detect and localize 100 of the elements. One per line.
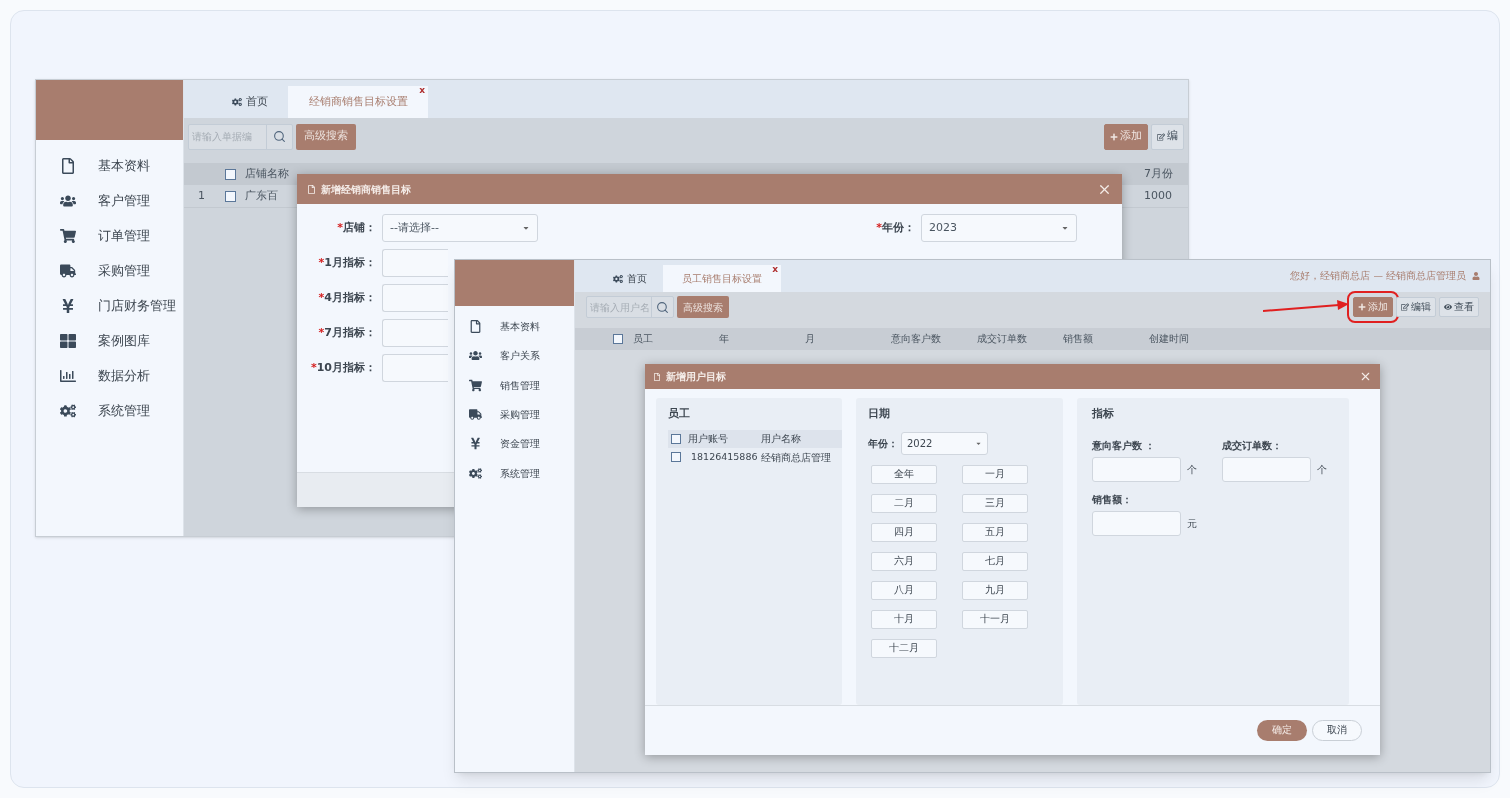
input-field[interactable] — [382, 249, 448, 277]
column-header: 意向客户数 — [891, 332, 941, 344]
column-header: 创建时间 — [1149, 332, 1189, 344]
cart-icon — [469, 378, 482, 392]
month-button[interactable]: 十一月 — [962, 609, 1028, 629]
plus-icon — [1110, 132, 1118, 141]
sidebar-item[interactable]: 基本资料 — [98, 155, 150, 176]
file-icon — [307, 184, 316, 194]
field-label: *7月指标： — [317, 324, 377, 341]
input-field[interactable] — [1092, 456, 1181, 482]
truck-icon — [469, 408, 482, 422]
sidebar-item[interactable]: 系统管理 — [98, 400, 150, 421]
month-button[interactable]: 八月 — [871, 580, 937, 600]
caret-icon — [1061, 224, 1069, 232]
sidebar-item[interactable]: 采购管理 — [98, 260, 150, 281]
column-header: 成交订单数 — [977, 332, 1027, 344]
tab[interactable]: 经销商销售目标设置 x — [288, 86, 428, 118]
close-icon[interactable] — [1359, 370, 1372, 383]
row-number: 1 — [197, 187, 206, 204]
field-label: 意向客户数 ： — [1092, 438, 1156, 453]
field-label: 销售额： — [1092, 492, 1132, 507]
edit-button[interactable]: 编辑 — [1396, 297, 1436, 317]
field-label: 年份： — [868, 436, 898, 451]
table-cell-text: 1000 — [1143, 187, 1173, 204]
column-header: 店铺名称 — [245, 165, 289, 182]
gears-icon — [613, 273, 623, 284]
month-button[interactable]: 一月 — [962, 464, 1028, 484]
panel-title: 日期 — [868, 406, 890, 421]
select-field[interactable]: 2022 — [901, 431, 988, 455]
input-field[interactable] — [382, 319, 448, 347]
month-button[interactable]: 四月 — [871, 522, 937, 542]
select-field[interactable]: --请选择-- — [382, 214, 538, 242]
bar-chart-icon — [60, 367, 76, 384]
field-label: *1月指标： — [317, 254, 377, 271]
sidebar-item[interactable]: 资金管理 — [500, 436, 540, 452]
sidebar-item[interactable]: 采购管理 — [500, 407, 540, 423]
gears-icon — [232, 97, 242, 107]
sidebar-item[interactable]: 订单管理 — [98, 225, 150, 246]
unit-label: 个 — [1187, 462, 1197, 477]
checkbox[interactable] — [671, 433, 681, 444]
month-button[interactable]: 七月 — [962, 551, 1028, 571]
column-header: 员工 — [633, 332, 653, 344]
panel-title: 员工 — [667, 406, 691, 421]
gears-icon — [60, 402, 76, 419]
tab[interactable]: 首页 — [597, 265, 663, 292]
checkbox[interactable] — [613, 334, 623, 344]
user-icon — [1472, 272, 1480, 280]
month-button[interactable]: 十二月 — [871, 638, 937, 658]
caret-icon — [522, 224, 530, 232]
tab-close[interactable]: x — [772, 265, 778, 274]
field-label: *10月指标： — [309, 359, 377, 376]
input-field[interactable] — [1092, 510, 1181, 536]
checkbox[interactable] — [225, 168, 236, 180]
edit-icon — [1157, 132, 1165, 141]
column-header: 年 — [719, 332, 729, 344]
eye-icon — [1444, 303, 1452, 311]
file-icon — [653, 372, 661, 381]
checkbox[interactable] — [225, 190, 236, 202]
search-icon — [656, 300, 669, 314]
month-button[interactable]: 二月 — [871, 493, 937, 513]
input-field[interactable] — [1222, 456, 1311, 482]
cancel-button[interactable]: 取消 — [1312, 720, 1362, 741]
field-label: *年份： — [875, 219, 916, 236]
month-button[interactable]: 九月 — [962, 580, 1028, 600]
sidebar-item[interactable]: 系统管理 — [500, 465, 540, 481]
select-field[interactable]: 2023 — [921, 214, 1077, 242]
plus-icon — [1358, 303, 1366, 311]
file-icon — [469, 320, 482, 334]
month-button[interactable]: 六月 — [871, 551, 937, 571]
file-icon — [60, 157, 76, 174]
month-button[interactable]: 全年 — [871, 464, 937, 484]
sidebar-item[interactable]: 数据分析 — [98, 365, 150, 386]
tab[interactable]: 员工销售目标设置 x — [663, 265, 781, 292]
sidebar-item[interactable]: 案例图库 — [98, 330, 150, 351]
month-button[interactable]: 十月 — [871, 609, 937, 629]
sidebar-item[interactable]: 客户关系 — [500, 348, 540, 364]
month-button[interactable]: 五月 — [962, 522, 1028, 542]
greeting-text: 您好，经销商总店 — 经销商总店管理员 — [1290, 268, 1466, 283]
gears-icon — [469, 466, 482, 480]
sidebar-item[interactable]: 销售管理 — [500, 377, 540, 393]
edit-button[interactable]: 编 — [1151, 123, 1184, 150]
input-field[interactable] — [382, 284, 448, 312]
month-button[interactable]: 三月 — [962, 493, 1028, 513]
grid-icon — [60, 332, 76, 349]
column-header: 月 — [805, 332, 815, 344]
truck-icon — [60, 262, 76, 279]
checkbox[interactable] — [671, 452, 681, 463]
view-button[interactable]: 查看 — [1439, 297, 1479, 317]
unit-label: 个 — [1317, 462, 1327, 477]
sidebar-item[interactable]: 基本资料 — [500, 319, 540, 335]
column-header: 销售额 — [1063, 332, 1093, 344]
sidebar-item[interactable]: 客户管理 — [98, 190, 150, 211]
input-field[interactable] — [382, 354, 448, 382]
tab-close[interactable]: x — [419, 86, 425, 95]
sidebar-item[interactable]: 门店财务管理 — [98, 295, 176, 316]
dialog-title: 新增用户目标 — [666, 370, 726, 384]
tab[interactable]: 首页 — [212, 86, 288, 118]
yen-icon — [469, 437, 482, 451]
edit-icon — [1401, 303, 1409, 311]
column-header: 7月份 — [1143, 165, 1174, 182]
